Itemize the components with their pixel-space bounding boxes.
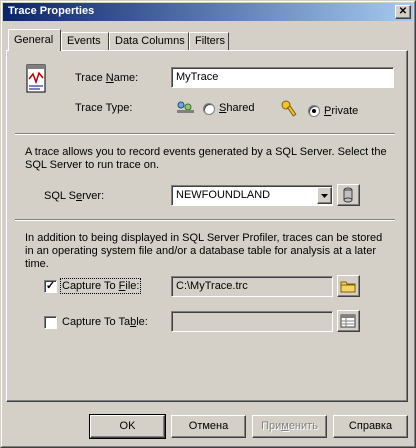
window-title: Trace Properties: [8, 5, 95, 17]
shared-label[interactable]: Shared: [219, 102, 254, 114]
table-icon: [340, 314, 356, 328]
trace-properties-window: Trace Properties ✕ General Events Data C…: [0, 0, 416, 448]
private-label[interactable]: Private: [324, 105, 358, 117]
private-radio[interactable]: [308, 105, 320, 117]
sql-server-description: A trace allows you to record events gene…: [25, 146, 387, 171]
apply-button-label: Применить: [261, 420, 318, 432]
capture-table-browse-button[interactable]: [337, 310, 360, 332]
trace-name-value: MyTrace: [176, 71, 219, 83]
capture-table-checkbox[interactable]: [44, 316, 57, 329]
close-icon: ✕: [398, 6, 408, 17]
separator-2: [15, 219, 395, 221]
ok-button-label: OK: [119, 420, 136, 432]
checkmark-icon: ✓: [45, 280, 56, 292]
capture-file-checkbox[interactable]: ✓: [44, 280, 57, 293]
trace-type-label: Trace Type:: [75, 102, 133, 114]
apply-button[interactable]: Применить: [252, 415, 327, 438]
ok-button[interactable]: OK: [89, 414, 166, 439]
tab-events-label: Events: [67, 35, 101, 47]
separator-1: [15, 133, 395, 135]
trace-icon: [24, 64, 48, 97]
shared-radio[interactable]: [203, 103, 215, 115]
folder-icon: [340, 281, 356, 293]
capture-file-label[interactable]: Capture To File:: [59, 278, 142, 294]
tab-data-columns[interactable]: Data Columns: [109, 32, 189, 50]
shared-icon: [176, 101, 196, 118]
cancel-button-label: Отмена: [188, 420, 229, 432]
chevron-down-icon: [321, 194, 328, 198]
help-button-label: Справка: [348, 420, 393, 432]
tab-general-label: General: [14, 34, 54, 46]
tab-events[interactable]: Events: [61, 32, 109, 50]
cancel-button[interactable]: Отмена: [171, 415, 246, 438]
title-bar[interactable]: Trace Properties ✕: [3, 3, 413, 21]
trace-name-label: Trace Name:: [75, 72, 139, 84]
server-icon: [343, 187, 353, 203]
sql-server-dropdown-button[interactable]: [317, 187, 332, 204]
trace-name-input[interactable]: MyTrace: [171, 67, 394, 88]
capture-file-path-field[interactable]: C:\MyTrace.trc: [171, 276, 333, 297]
help-button[interactable]: Справка: [333, 415, 408, 438]
sql-server-value: NEWFOUNDLAND: [176, 189, 271, 201]
key-icon: [281, 100, 297, 121]
sql-server-combobox[interactable]: NEWFOUNDLAND: [171, 185, 333, 206]
capture-description: In addition to being displayed in SQL Se…: [25, 232, 383, 270]
capture-table-label[interactable]: Capture To Table:: [62, 316, 148, 328]
tab-general[interactable]: General: [8, 29, 61, 51]
tab-filters-label: Filters: [195, 35, 225, 47]
capture-file-browse-button[interactable]: [337, 275, 360, 297]
sql-server-browse-button[interactable]: [337, 184, 360, 206]
private-radio-dot: [312, 109, 316, 113]
capture-file-path: C:\MyTrace.trc: [176, 280, 248, 292]
capture-table-field[interactable]: [171, 311, 333, 332]
tab-data-columns-label: Data Columns: [115, 35, 185, 47]
tab-filters[interactable]: Filters: [189, 32, 229, 50]
close-button[interactable]: ✕: [395, 5, 411, 19]
sql-server-label: SQL Server:: [44, 190, 105, 202]
